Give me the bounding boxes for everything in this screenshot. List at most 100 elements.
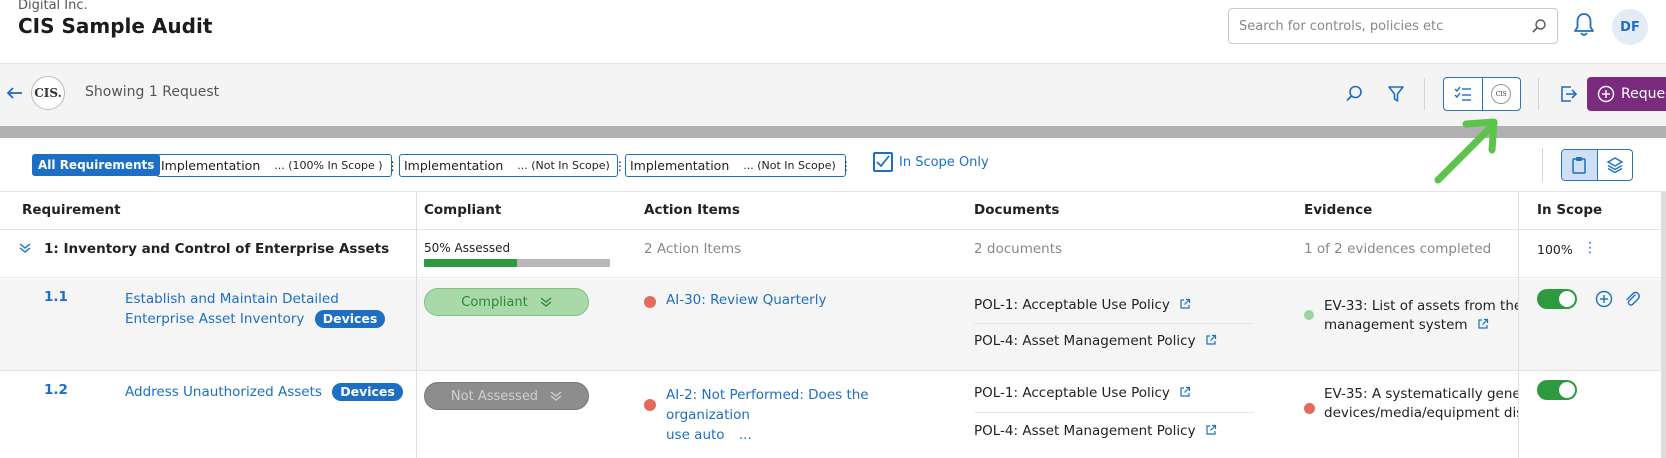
filter-icon[interactable]	[1386, 84, 1406, 104]
chip-menu-icon[interactable]: ⋮	[387, 159, 399, 173]
category-badge: Devices	[332, 383, 403, 401]
status-label: Compliant	[461, 294, 528, 310]
checklist-view-button[interactable]	[1444, 78, 1482, 110]
document-link[interactable]: POL-1: Acceptable Use Policy	[974, 297, 1191, 313]
requirement-id[interactable]: 1.1	[44, 289, 68, 305]
framework-view-button[interactable]: CIS	[1481, 78, 1521, 110]
document-title[interactable]: POL-4: Asset Management Policy	[974, 423, 1196, 439]
paperclip-icon[interactable]	[1623, 290, 1641, 308]
evidence-summary: 1 of 2 evidences completed	[1304, 241, 1492, 257]
requirement-title-text[interactable]: Establish and Maintain Detailed Enterpri…	[125, 291, 339, 327]
annotation-arrow-icon	[1434, 118, 1498, 184]
export-icon[interactable]	[1558, 84, 1578, 104]
layers-view-button[interactable]	[1596, 150, 1633, 180]
progress-fill	[424, 259, 517, 267]
action-item-link[interactable]: AI-2: Not Performed: Does the organizati…	[666, 385, 946, 445]
column-divider	[1518, 192, 1519, 458]
external-link-icon[interactable]	[1205, 424, 1217, 436]
external-link-icon[interactable]	[1179, 386, 1191, 398]
implementation-filter-chip[interactable]: Implementation ... (Not In Scope) ⋮	[399, 154, 626, 177]
implementation-filter-chip[interactable]: Implementation ... (100% In Scope ) ⋮	[156, 154, 399, 177]
requirement-group-row[interactable]: 1: Inventory and Control of Enterprise A…	[0, 230, 1666, 278]
action-item-title-line2[interactable]: use auto	[666, 427, 725, 443]
add-request-button[interactable]: Request	[1587, 77, 1666, 111]
evidence-title-line2[interactable]: devices/media/equipment dispose	[1324, 404, 1519, 423]
clipboard-icon	[1572, 157, 1586, 174]
cis-logo: CIS.	[31, 76, 65, 110]
chip-label: Implementation	[404, 158, 504, 173]
table-row: 1.1 Establish and Maintain Detailed Ente…	[0, 279, 1666, 371]
in-scope-only-checkbox[interactable]: In Scope Only	[873, 152, 989, 172]
assessed-label: 50% Assessed	[424, 241, 511, 255]
document-link[interactable]: POL-4: Asset Management Policy	[974, 423, 1217, 439]
chevron-double-down-icon[interactable]	[18, 241, 32, 255]
column-header-action-items[interactable]: Action Items	[644, 202, 740, 218]
evidence-title[interactable]: EV-35: A systematically generate	[1324, 385, 1519, 404]
all-requirements-chip[interactable]: All Requirements	[32, 154, 161, 176]
evidence-title[interactable]: EV-33: List of assets from the cen	[1324, 297, 1519, 316]
group-title: 1: Inventory and Control of Enterprise A…	[44, 241, 390, 257]
vertical-scrollbar[interactable]	[1661, 192, 1666, 458]
bell-icon[interactable]	[1572, 12, 1596, 38]
layout-toggle	[1561, 149, 1633, 181]
filter-row: All Requirements Implementation ... (100…	[0, 138, 1666, 192]
evidence-title-line2[interactable]: management system	[1324, 317, 1468, 333]
evidence-title-continued[interactable]: management system	[1324, 316, 1519, 335]
column-header-requirement[interactable]: Requirement	[22, 202, 121, 218]
column-header-documents[interactable]: Documents	[974, 202, 1059, 218]
toolbar-divider	[1538, 78, 1539, 110]
implementation-filter-chip[interactable]: Implementation ... (Not In Scope) ⋮	[625, 154, 852, 177]
group-menu-icon[interactable]: ⋮	[1583, 240, 1597, 256]
avatar[interactable]: DF	[1612, 9, 1648, 45]
requirement-id[interactable]: 1.2	[44, 382, 68, 398]
in-scope-toggle[interactable]	[1537, 289, 1577, 309]
chip-menu-icon[interactable]: ⋮	[840, 159, 852, 173]
chevron-double-down-icon	[540, 297, 552, 307]
in-scope-toggle[interactable]	[1537, 380, 1577, 400]
column-header-compliant[interactable]: Compliant	[424, 202, 501, 218]
requirement-title-text[interactable]: Address Unauthorized Assets	[125, 384, 322, 400]
clipboard-view-button[interactable]	[1562, 150, 1597, 180]
compliance-status-dropdown[interactable]: Compliant	[424, 288, 589, 316]
status-dot-red	[644, 399, 656, 411]
checkbox-checked-icon[interactable]	[873, 152, 893, 172]
column-header-evidence[interactable]: Evidence	[1304, 202, 1372, 218]
requirement-title[interactable]: Establish and Maintain Detailed Enterpri…	[125, 289, 405, 329]
document-link[interactable]: POL-4: Asset Management Policy	[974, 333, 1217, 349]
chip-label: Implementation	[161, 158, 261, 173]
external-link-icon[interactable]	[1205, 334, 1217, 346]
document-title[interactable]: POL-1: Acceptable Use Policy	[974, 385, 1170, 401]
table-row: 1.2 Address Unauthorized Assets Devices …	[0, 372, 1666, 458]
document-title[interactable]: POL-4: Asset Management Policy	[974, 333, 1196, 349]
column-header-in-scope[interactable]: In Scope	[1537, 202, 1602, 218]
chip-scope: ... (Not In Scope)	[743, 159, 836, 172]
action-item-title[interactable]: AI-2: Not Performed: Does the organizati…	[666, 385, 946, 425]
evidence-item[interactable]: EV-33: List of assets from the cen manag…	[1324, 297, 1519, 335]
status-dot-red	[644, 296, 656, 308]
status-dot-red	[1304, 403, 1315, 414]
compliance-status-dropdown[interactable]: Not Assessed	[424, 382, 589, 410]
in-scope-percent: 100%	[1537, 242, 1573, 257]
action-item-more[interactable]: ...	[739, 427, 752, 443]
search-icon[interactable]	[1344, 84, 1364, 104]
document-title[interactable]: POL-1: Acceptable Use Policy	[974, 297, 1170, 313]
add-circle-icon[interactable]	[1595, 290, 1613, 308]
assessment-progress-bar	[424, 259, 610, 267]
status-dot-green	[1304, 310, 1314, 320]
search-input[interactable]	[1229, 9, 1519, 43]
document-divider	[974, 412, 1254, 413]
top-header: Digital Inc. CIS Sample Audit DF	[0, 0, 1666, 64]
external-link-icon[interactable]	[1179, 298, 1191, 310]
chip-scope: ... (100% In Scope )	[274, 159, 383, 172]
documents-count: 2 documents	[974, 241, 1063, 257]
org-name: Digital Inc.	[18, 0, 88, 13]
search-icon[interactable]	[1531, 18, 1547, 34]
evidence-item[interactable]: EV-35: A systematically generate devices…	[1324, 385, 1519, 423]
back-arrow-icon[interactable]	[6, 84, 24, 102]
document-link[interactable]: POL-1: Acceptable Use Policy	[974, 385, 1191, 401]
external-link-icon[interactable]	[1477, 318, 1489, 330]
action-item-link[interactable]: AI-30: Review Quarterly	[666, 290, 946, 310]
requirement-title[interactable]: Address Unauthorized Assets Devices	[125, 382, 405, 402]
action-item-title-continued[interactable]: use auto ...	[666, 425, 946, 445]
global-search[interactable]	[1228, 8, 1558, 44]
